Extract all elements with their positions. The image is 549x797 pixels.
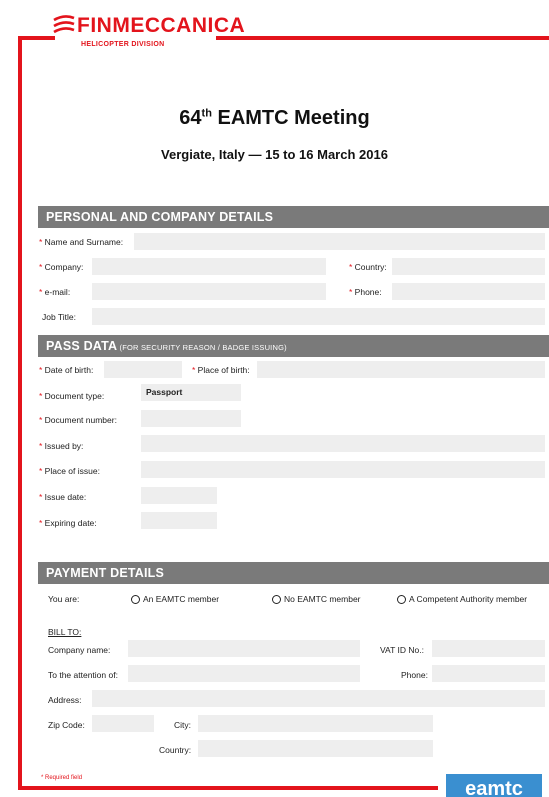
billing-phone-label: Phone:: [401, 670, 428, 680]
option-no-eamtc-member[interactable]: No EAMTC member: [272, 594, 361, 604]
eamtc-logo: eamtc: [446, 774, 542, 797]
city-field[interactable]: [198, 715, 433, 732]
name-label: * Name and Surname:: [39, 237, 124, 247]
payment-section-header: PAYMENT DETAILS: [38, 562, 549, 584]
bill-to-label: BILL TO:: [48, 627, 82, 637]
frame-top-right-line: [216, 36, 549, 40]
page-subtitle: Vergiate, Italy — 15 to 16 March 2016: [161, 147, 388, 162]
you-are-label: You are:: [48, 594, 80, 604]
radio-circle-icon[interactable]: [131, 595, 140, 604]
radio-circle-icon[interactable]: [397, 595, 406, 604]
zip-field[interactable]: [92, 715, 154, 732]
placeissue-field[interactable]: [141, 461, 545, 478]
issuedby-field[interactable]: [141, 435, 545, 452]
pass-section-header: PASS DATA (FOR SECURITY REASON / BADGE I…: [38, 335, 549, 357]
doctype-label: * Document type:: [39, 391, 105, 401]
vat-label: VAT ID No.:: [380, 645, 424, 655]
pob-label: * Place of birth:: [192, 365, 250, 375]
billing-country-field[interactable]: [198, 740, 433, 757]
issuedby-label: * Issued by:: [39, 441, 84, 451]
address-field[interactable]: [92, 690, 545, 707]
country-label: * Country:: [349, 262, 387, 272]
logo-brand: FINMECCANICA: [77, 14, 246, 37]
name-field[interactable]: [134, 233, 545, 250]
pob-field[interactable]: [257, 361, 545, 378]
zip-label: Zip Code:: [48, 720, 85, 730]
vat-field[interactable]: [432, 640, 545, 657]
company-name-field[interactable]: [128, 640, 360, 657]
billing-phone-field[interactable]: [432, 665, 545, 682]
attention-label: To the attention of:: [48, 670, 118, 680]
city-label: City:: [174, 720, 191, 730]
placeissue-label: * Place of issue:: [39, 466, 100, 476]
personal-section-header: PERSONAL AND COMPANY DETAILS: [38, 206, 549, 228]
issuedate-label: * Issue date:: [39, 492, 87, 502]
expiring-field[interactable]: [141, 512, 217, 529]
job-title-field[interactable]: [92, 308, 545, 325]
doctype-field[interactable]: Passport: [141, 384, 241, 401]
company-name-label: Company name:: [48, 645, 111, 655]
finmeccanica-logo-icon: [53, 15, 75, 34]
required-field-note: * Required field: [41, 775, 83, 781]
phone-field[interactable]: [392, 283, 545, 300]
logo-division: HELICOPTER DIVISION: [81, 41, 165, 48]
address-label: Address:: [48, 695, 82, 705]
company-label: * Company:: [39, 262, 84, 272]
country-field[interactable]: [392, 258, 545, 275]
dob-field[interactable]: [104, 361, 182, 378]
email-field[interactable]: [92, 283, 326, 300]
frame-bottom-line: [18, 786, 438, 790]
page-title: 64th EAMTC Meeting: [179, 107, 370, 129]
expiring-label: * Expiring date:: [39, 518, 97, 528]
billing-country-label: Country:: [159, 745, 192, 755]
attention-field[interactable]: [128, 665, 360, 682]
company-field[interactable]: [92, 258, 326, 275]
option-competent-authority[interactable]: A Competent Authority member: [397, 594, 527, 604]
radio-circle-icon[interactable]: [272, 595, 281, 604]
frame-top-left-line: [18, 36, 55, 40]
phone-label: * Phone:: [349, 287, 382, 297]
job-title-label: Job Title:: [42, 312, 77, 322]
dob-label: * Date of birth:: [39, 365, 94, 375]
option-eamtc-member[interactable]: An EAMTC member: [131, 594, 219, 604]
issuedate-field[interactable]: [141, 487, 217, 504]
docnum-field[interactable]: [141, 410, 241, 427]
docnum-label: * Document number:: [39, 415, 117, 425]
email-label: * e-mail:: [39, 287, 71, 297]
